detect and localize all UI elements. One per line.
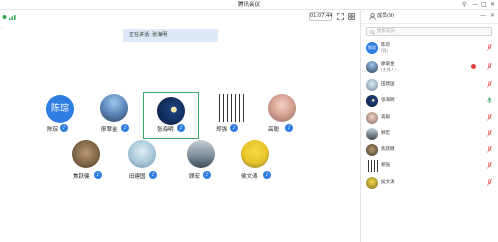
member-row[interactable]: 田建国	[361, 78, 498, 95]
mic-badge-icon: ♪	[230, 124, 238, 132]
mic-badge-icon: ♪	[263, 171, 271, 179]
member-avatar: 陈琮	[366, 42, 378, 54]
panel-close-icon[interactable]: ✕	[490, 12, 495, 19]
member-name: 侯文涛	[381, 180, 395, 185]
close-icon[interactable]: ✕	[490, 1, 495, 9]
mic-muted-icon[interactable]	[487, 114, 492, 121]
member-name: 郑强	[381, 163, 390, 168]
search-icon	[370, 29, 375, 35]
tile-avatar[interactable]: 陈琮	[46, 95, 74, 123]
tile-name: 郑强	[216, 127, 228, 133]
member-role: (我)	[381, 48, 389, 53]
fullscreen-icon[interactable]	[337, 13, 344, 20]
member-avatar	[366, 128, 378, 140]
member-name: 焦跃健	[381, 147, 395, 152]
tile-avatar[interactable]	[187, 140, 215, 168]
member-row[interactable]: 郑强	[361, 159, 498, 176]
member-search-input[interactable]: 搜索成员	[366, 27, 492, 36]
member-name: 高聪	[381, 115, 390, 120]
mic-muted-icon[interactable]	[487, 63, 492, 70]
tile-name: 张海明	[157, 127, 174, 133]
signal-icon	[2, 15, 16, 20]
mic-muted-icon[interactable]	[487, 179, 492, 186]
member-avatar	[366, 177, 378, 189]
member-row[interactable]: 高聪	[361, 111, 498, 128]
member-row[interactable]: 侯文涛	[361, 176, 498, 193]
tile-avatar[interactable]	[100, 94, 128, 122]
member-role: (主持人)	[381, 67, 397, 72]
recording-icon	[471, 64, 476, 69]
speaking-banner: 正在讲话: 张海明	[123, 29, 218, 42]
tile-avatar[interactable]	[268, 94, 296, 122]
window-title: 腾讯会议	[237, 2, 260, 8]
mic-badge-icon: ♪	[94, 171, 102, 179]
tile-name: 廖翠金	[101, 127, 118, 133]
member-row[interactable]: 焦跃健	[361, 143, 498, 160]
member-name: 顾宏	[381, 131, 390, 136]
member-name: 张海明	[381, 98, 395, 103]
mic-muted-icon[interactable]	[487, 146, 492, 153]
mic-muted-icon[interactable]	[487, 162, 492, 169]
tile-avatar[interactable]	[128, 140, 156, 168]
tile-name: 焦跃健	[73, 174, 90, 180]
mic-on-icon[interactable]	[487, 97, 492, 104]
left-overflow-text: ⋯	[0, 26, 5, 31]
tile-avatar[interactable]	[157, 97, 185, 125]
mic-muted-icon[interactable]	[487, 130, 492, 137]
member-row[interactable]: 陈琮 陈琮 (我)	[361, 41, 498, 58]
tile-name: 顾宏	[189, 174, 201, 180]
mic-badge-icon: ♪	[285, 124, 293, 132]
members-icon	[369, 13, 376, 20]
member-row[interactable]: 张海明	[361, 94, 498, 111]
tile-name: 田建国	[129, 174, 146, 180]
member-avatar	[366, 61, 378, 73]
meeting-timer: 01:07:44	[309, 12, 333, 21]
mic-badge-icon: ♪	[177, 124, 185, 132]
member-avatar	[366, 95, 378, 107]
mic-muted-icon[interactable]	[487, 81, 492, 88]
member-row[interactable]: 廖翠金 (主持人)	[361, 60, 498, 77]
mic-badge-icon: ♪	[149, 171, 157, 179]
tile-avatar[interactable]	[216, 94, 244, 122]
member-avatar	[366, 112, 378, 124]
tile-name: 高聪	[268, 127, 280, 133]
tile-avatar[interactable]	[72, 140, 100, 168]
mic-badge-icon: ♪	[121, 124, 129, 132]
mic-muted-icon[interactable]	[487, 44, 492, 51]
tile-name: 陈琮	[47, 127, 59, 133]
panel-minimize-icon[interactable]: —	[480, 12, 486, 19]
member-avatar	[366, 79, 378, 91]
member-avatar	[366, 144, 378, 156]
pin-icon[interactable]: ⚲	[462, 1, 466, 9]
mic-badge-icon: ♪	[203, 171, 211, 179]
tile-name: 侯文涛	[241, 174, 258, 180]
grid-view-icon[interactable]	[348, 13, 355, 20]
member-row[interactable]: 顾宏	[361, 127, 498, 144]
tile-avatar[interactable]	[241, 140, 269, 168]
member-avatar	[366, 160, 378, 172]
minimize-icon[interactable]: —	[472, 1, 478, 9]
mic-badge-icon: ♪	[60, 124, 68, 132]
search-placeholder: 搜索成员	[377, 29, 395, 34]
maximize-icon[interactable]: □	[481, 1, 487, 9]
members-panel-title: 成员(9)	[377, 13, 395, 19]
member-name: 田建国	[381, 82, 395, 87]
